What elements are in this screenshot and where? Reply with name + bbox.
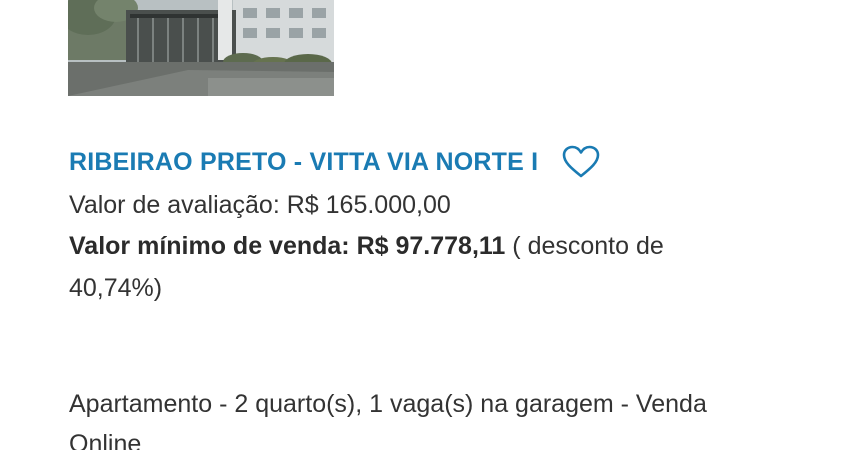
valuation-label: Valor de avaliação:	[69, 191, 280, 219]
discount-value: 40,74%)	[69, 274, 163, 302]
property-photo-illustration	[68, 0, 334, 96]
min-sale-line: Valor mínimo de venda: R$ 97.778,11 ( de…	[69, 232, 664, 261]
discount-line: 40,74%)	[69, 274, 162, 303]
min-sale-label: Valor mínimo de venda:	[69, 232, 350, 260]
property-photo[interactable]	[68, 0, 334, 96]
valuation-line: Valor de avaliação: R$ 165.000,00	[69, 191, 451, 220]
description-line-2: Online	[69, 430, 142, 450]
valuation-value: R$ 165.000,00	[286, 191, 451, 219]
listing-title[interactable]: RIBEIRAO PRETO - VITTA VIA NORTE I	[69, 148, 538, 177]
discount-prefix: ( desconto de	[512, 232, 664, 260]
heart-outline-icon[interactable]	[562, 145, 600, 179]
description-line-1: Apartamento - 2 quarto(s), 1 vaga(s) na …	[69, 390, 707, 418]
min-sale-value: R$ 97.778,11	[356, 232, 506, 260]
listing-header: RIBEIRAO PRETO - VITTA VIA NORTE I	[69, 143, 600, 181]
